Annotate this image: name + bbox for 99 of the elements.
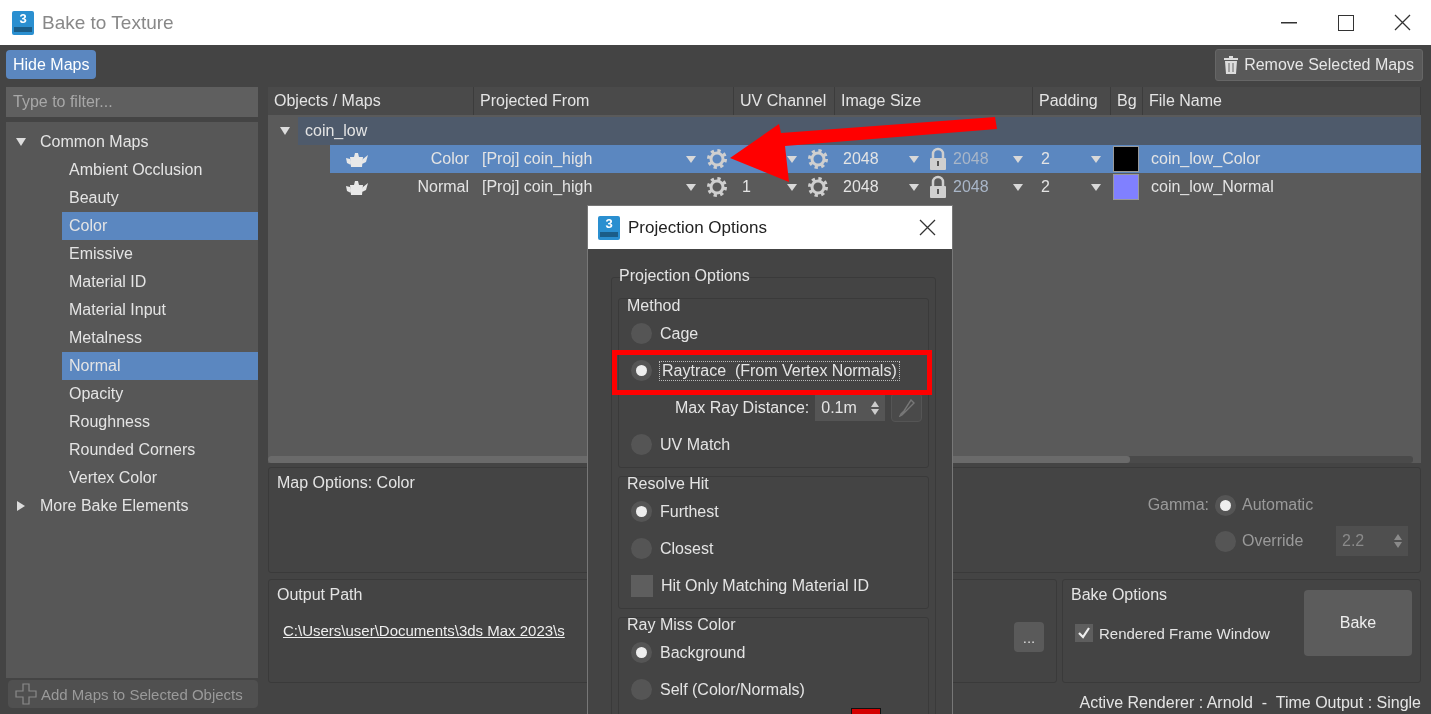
projected-from-text[interactable]: [Proj] coin_high (482, 150, 593, 167)
radio-button[interactable] (631, 360, 652, 381)
radio-button[interactable] (631, 642, 652, 663)
group-title: Method (627, 297, 681, 314)
checkbox[interactable] (1075, 624, 1093, 642)
map-list-item[interactable]: Metalness (62, 324, 258, 352)
file-name: coin_low_Color (1151, 150, 1261, 168)
max-ray-distance-label: Max Ray Distance: (675, 398, 810, 417)
map-name: Color (430, 150, 469, 168)
radio-button[interactable] (1215, 494, 1236, 516)
close-icon[interactable] (919, 219, 936, 236)
settings-icon[interactable] (706, 176, 728, 198)
dropdown-caret-icon[interactable] (686, 183, 696, 191)
map-row[interactable]: Color [Proj] coin_high 2048 2048 2 coin_low_Color (330, 145, 1421, 173)
minimize-icon[interactable] (1280, 21, 1297, 24)
app-logo: 3 (12, 10, 34, 35)
expanded-triangle-icon[interactable] (16, 137, 26, 147)
radio-label: UV Match (660, 435, 731, 454)
tree-category[interactable]: More Bake Elements (40, 497, 189, 515)
background-color-swatch[interactable] (1113, 174, 1139, 200)
plus-icon (15, 683, 37, 705)
dropdown-caret-icon[interactable] (1091, 183, 1101, 191)
max-ray-distance-spinner[interactable]: 0.1m (815, 394, 886, 421)
dropdown-caret-icon[interactable] (1013, 155, 1023, 163)
padding-text[interactable]: 2 (1041, 150, 1050, 167)
map-list-item[interactable]: Material Input (62, 296, 258, 324)
group-title: Resolve Hit (627, 475, 709, 492)
app-logo: 3 (598, 215, 620, 240)
column-header[interactable]: Objects / Maps (268, 87, 474, 115)
hide-maps-button[interactable]: Hide Maps (6, 50, 97, 79)
dialog-title: Projection Options (628, 217, 767, 237)
radio-label: Raytrace (From Vertex Normals) (660, 361, 899, 380)
projected-from-text[interactable]: [Proj] coin_high (482, 178, 593, 195)
radio-button[interactable] (631, 501, 652, 522)
checkbox[interactable] (631, 574, 653, 597)
group-title: Bake Options (1071, 586, 1168, 603)
radio-label: Override (1242, 532, 1305, 550)
map-list-item[interactable]: Normal (62, 352, 258, 380)
checkbox-label: Rendered Frame Window (1099, 624, 1270, 642)
map-list-item[interactable]: Material ID (62, 268, 258, 296)
map-list-item[interactable]: Color (62, 212, 258, 240)
checkbox-label: Hit Only Matching Material ID (661, 576, 870, 595)
gamma-label: Gamma: (1147, 496, 1209, 514)
group-title: Projection Options (619, 267, 750, 285)
padding-text[interactable]: 2 (1041, 178, 1050, 195)
output-path-link[interactable]: C:\Users\user\Documents\3ds Max 2023\s (283, 622, 565, 639)
bake-button[interactable]: Bake (1304, 590, 1412, 656)
uv-channel-text[interactable]: 1 (742, 178, 751, 195)
lock-icon[interactable] (929, 147, 947, 171)
radio-label: Automatic (1242, 496, 1315, 514)
close-icon[interactable] (1394, 14, 1411, 31)
map-name: Normal (417, 178, 469, 196)
expanded-triangle-icon[interactable] (280, 126, 290, 136)
image-height-text: 2048 (953, 178, 989, 195)
remove-maps-button[interactable]: Remove Selected Maps (1215, 48, 1423, 81)
column-header[interactable]: Projected From (474, 87, 734, 115)
object-row[interactable]: coin_low (298, 117, 1421, 145)
map-list-item[interactable]: Emissive (62, 240, 258, 268)
trash-icon (1224, 55, 1239, 74)
tree-category[interactable]: Common Maps (40, 133, 149, 151)
map-list-item[interactable]: Roughness (62, 408, 258, 436)
image-size-text[interactable]: 2048 (843, 150, 879, 167)
collapsed-triangle-icon[interactable] (16, 501, 26, 511)
window-title: Bake to Texture (42, 11, 174, 33)
map-list-item[interactable]: Rounded Corners (62, 436, 258, 464)
map-list-item[interactable]: Vertex Color (62, 464, 258, 492)
dropdown-caret-icon[interactable] (686, 155, 696, 163)
lock-icon[interactable] (929, 175, 947, 199)
column-header[interactable]: Image Size (835, 87, 1033, 115)
dropdown-caret-icon[interactable] (1091, 155, 1101, 163)
map-list-item[interactable]: Ambient Occlusion (62, 156, 258, 184)
dropdown-caret-icon[interactable] (787, 155, 797, 163)
browse-button[interactable]: ... (1014, 622, 1044, 652)
group-title: Map Options: Color (277, 474, 415, 491)
eyedropper-icon (898, 398, 915, 417)
status-text: Active Renderer : Arnold - Time Output : Single (1079, 694, 1421, 711)
group-title: Output Path (277, 586, 363, 603)
dropdown-caret-icon[interactable] (909, 155, 919, 163)
dropdown-caret-icon[interactable] (1013, 183, 1023, 191)
radio-label: Background (660, 643, 746, 662)
column-header[interactable]: Padding (1033, 87, 1111, 115)
radio-label: Cage (660, 324, 699, 343)
filter-field[interactable]: Type to filter... (6, 87, 258, 117)
column-header[interactable]: UV Channel (734, 87, 835, 115)
radio-label: Furthest (660, 502, 719, 521)
file-name: coin_low_Normal (1151, 178, 1274, 196)
group-title: Ray Miss Color (627, 616, 736, 633)
image-size-text[interactable]: 2048 (843, 178, 879, 195)
column-header[interactable]: File Name (1143, 87, 1421, 115)
eyedropper-button[interactable] (891, 393, 923, 422)
radio-label: Closest (660, 539, 714, 558)
map-list-item[interactable]: Opacity (62, 380, 258, 408)
maximize-icon[interactable] (1337, 14, 1354, 31)
radio-label: Self (Color/Normals) (660, 680, 805, 699)
settings-icon[interactable] (807, 176, 829, 198)
map-list-item[interactable]: Beauty (62, 184, 258, 212)
image-height-text: 2048 (953, 150, 989, 167)
map-row[interactable]: Normal [Proj] coin_high 1 2048 2048 2 coin_low_Normal (330, 173, 1421, 201)
column-header[interactable]: Bg (1111, 87, 1143, 115)
